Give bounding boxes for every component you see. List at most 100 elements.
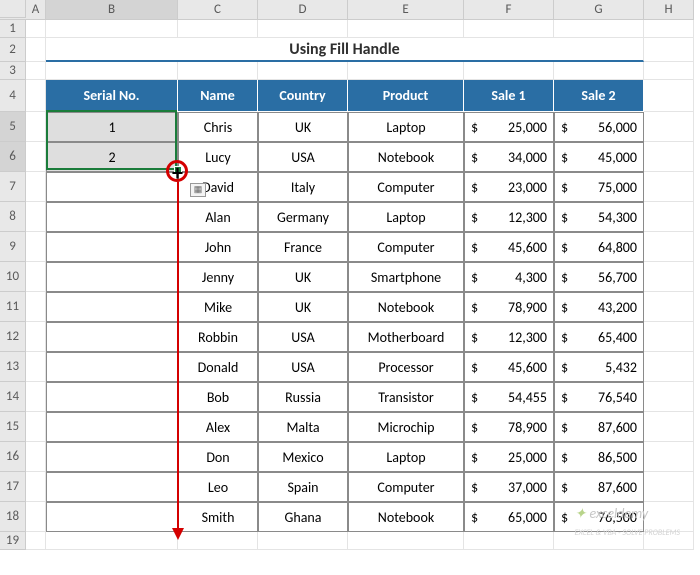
- cell-country[interactable]: USA: [258, 322, 348, 352]
- cell-serial[interactable]: [46, 172, 178, 202]
- row-header-6[interactable]: 6: [0, 142, 26, 172]
- header-serial[interactable]: Serial No.: [46, 80, 178, 112]
- cell-country[interactable]: UK: [258, 112, 348, 142]
- cell-sale2[interactable]: $86,500: [554, 442, 644, 472]
- cell-product[interactable]: Notebook: [348, 292, 464, 322]
- cell-sale1[interactable]: $25,000: [464, 442, 554, 472]
- row-header-11[interactable]: 11: [0, 292, 26, 322]
- cell-product[interactable]: Motherboard: [348, 322, 464, 352]
- col-header-f[interactable]: F: [464, 0, 554, 19]
- cell-name[interactable]: Alan: [178, 202, 258, 232]
- row-header-14[interactable]: 14: [0, 382, 26, 412]
- cell-sale1[interactable]: $45,600: [464, 232, 554, 262]
- cell-name[interactable]: Robbin: [178, 322, 258, 352]
- cell-serial[interactable]: 2: [46, 142, 178, 172]
- cell-sale2[interactable]: $65,400: [554, 322, 644, 352]
- cell-sale1[interactable]: $37,000: [464, 472, 554, 502]
- cell-sale2[interactable]: $64,800: [554, 232, 644, 262]
- cell-name[interactable]: Lucy: [178, 142, 258, 172]
- row-header-3[interactable]: 3: [0, 62, 26, 80]
- cell-serial[interactable]: [46, 412, 178, 442]
- cell-product[interactable]: Transistor: [348, 382, 464, 412]
- cell-name[interactable]: Bob: [178, 382, 258, 412]
- cell-name[interactable]: John: [178, 232, 258, 262]
- cell-sale1[interactable]: $78,900: [464, 412, 554, 442]
- header-product[interactable]: Product: [348, 80, 464, 112]
- cell-serial[interactable]: [46, 382, 178, 412]
- cell-country[interactable]: Mexico: [258, 442, 348, 472]
- cell-sale2[interactable]: $45,000: [554, 142, 644, 172]
- col-header-a[interactable]: A: [26, 0, 46, 19]
- col-header-e[interactable]: E: [348, 0, 464, 19]
- row-header-5[interactable]: 5: [0, 112, 26, 142]
- col-header-g[interactable]: G: [554, 0, 644, 19]
- row-header-13[interactable]: 13: [0, 352, 26, 382]
- cell-sale1[interactable]: $34,000: [464, 142, 554, 172]
- cell-sale1[interactable]: $25,000: [464, 112, 554, 142]
- cell-serial[interactable]: [46, 442, 178, 472]
- header-sale2[interactable]: Sale 2: [554, 80, 644, 112]
- cell-product[interactable]: Computer: [348, 232, 464, 262]
- cell-product[interactable]: Smartphone: [348, 262, 464, 292]
- cell-country[interactable]: UK: [258, 262, 348, 292]
- cell-sale1[interactable]: $65,000: [464, 502, 554, 532]
- row-header-18[interactable]: 18: [0, 502, 26, 532]
- cell-sale1[interactable]: $23,000: [464, 172, 554, 202]
- cell-serial[interactable]: [46, 232, 178, 262]
- header-sale1[interactable]: Sale 1: [464, 80, 554, 112]
- cell-country[interactable]: USA: [258, 142, 348, 172]
- cell-serial[interactable]: [46, 292, 178, 322]
- cell-name[interactable]: Smith: [178, 502, 258, 532]
- row-header-15[interactable]: 15: [0, 412, 26, 442]
- row-header-16[interactable]: 16: [0, 442, 26, 472]
- cell-serial[interactable]: 1: [46, 112, 178, 142]
- cell-product[interactable]: Notebook: [348, 502, 464, 532]
- cell-name[interactable]: Alex: [178, 412, 258, 442]
- cell-product[interactable]: Laptop: [348, 442, 464, 472]
- cell-serial[interactable]: [46, 502, 178, 532]
- cell-sale2[interactable]: $75,000: [554, 172, 644, 202]
- row-header-4[interactable]: 4: [0, 80, 26, 112]
- cell-sale2[interactable]: $76,540: [554, 382, 644, 412]
- header-name[interactable]: Name: [178, 80, 258, 112]
- title-cell[interactable]: Using Fill Handle: [46, 38, 644, 62]
- cell-sale1[interactable]: $45,600: [464, 352, 554, 382]
- cell-sale1[interactable]: $12,300: [464, 322, 554, 352]
- row-header-10[interactable]: 10: [0, 262, 26, 292]
- cell-serial[interactable]: [46, 202, 178, 232]
- cell-name[interactable]: Mike: [178, 292, 258, 322]
- header-country[interactable]: Country: [258, 80, 348, 112]
- cell-sale2[interactable]: $54,300: [554, 202, 644, 232]
- cell-name[interactable]: Chris: [178, 112, 258, 142]
- cell-product[interactable]: Computer: [348, 172, 464, 202]
- cell-country[interactable]: Ghana: [258, 502, 348, 532]
- cell-name[interactable]: Jenny: [178, 262, 258, 292]
- cell-country[interactable]: Malta: [258, 412, 348, 442]
- row-header-17[interactable]: 17: [0, 472, 26, 502]
- cell-product[interactable]: Laptop: [348, 202, 464, 232]
- row-header-8[interactable]: 8: [0, 202, 26, 232]
- cell-product[interactable]: Notebook: [348, 142, 464, 172]
- cell-serial[interactable]: [46, 352, 178, 382]
- cell-country[interactable]: Italy: [258, 172, 348, 202]
- cell-serial[interactable]: [46, 262, 178, 292]
- cell-sale2[interactable]: $87,600: [554, 412, 644, 442]
- col-header-h[interactable]: H: [644, 0, 694, 19]
- row-header-19[interactable]: 19: [0, 532, 26, 550]
- cell-name[interactable]: Don: [178, 442, 258, 472]
- cell-country[interactable]: UK: [258, 292, 348, 322]
- col-header-b[interactable]: B: [46, 0, 178, 19]
- row-header-12[interactable]: 12: [0, 322, 26, 352]
- cell-sale1[interactable]: $54,455: [464, 382, 554, 412]
- select-all-corner[interactable]: [0, 0, 26, 18]
- cell-sale1[interactable]: $78,900: [464, 292, 554, 322]
- row-header-7[interactable]: 7: [0, 172, 26, 202]
- cell-name[interactable]: Leo: [178, 472, 258, 502]
- cell-name[interactable]: Donald: [178, 352, 258, 382]
- cell-sale1[interactable]: $4,300: [464, 262, 554, 292]
- row-header-2[interactable]: 2: [0, 38, 26, 62]
- col-header-d[interactable]: D: [258, 0, 348, 19]
- cell-serial[interactable]: [46, 472, 178, 502]
- cell-country[interactable]: Russia: [258, 382, 348, 412]
- cell-sale2[interactable]: $5,432: [554, 352, 644, 382]
